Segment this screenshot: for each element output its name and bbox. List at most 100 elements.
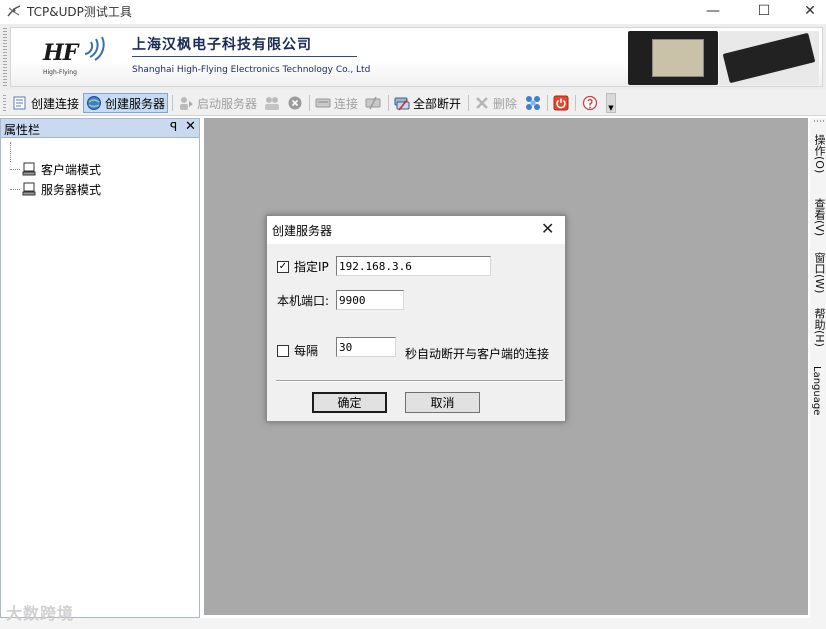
cancel-button[interactable]: 取消	[405, 392, 480, 413]
port-label: 本机端口:	[277, 294, 330, 308]
computer-icon	[22, 162, 36, 176]
dialog-titlebar: 创建服务器 ✕	[267, 216, 565, 244]
tree-item-server-mode[interactable]: 服务器模式	[10, 180, 101, 198]
app-icon	[7, 5, 21, 17]
interval-checkbox[interactable]	[277, 344, 289, 357]
banner-area: HF High-Flying 上海汉枫电子科技有限公司 Shanghai Hig…	[0, 24, 826, 90]
network-button[interactable]	[523, 93, 543, 113]
menu-language[interactable]: Language	[811, 366, 822, 415]
tree-item-client-mode[interactable]: 客户端模式	[10, 160, 101, 178]
disconnect-button[interactable]	[363, 93, 383, 113]
tree-connector	[10, 142, 11, 162]
server-users-button[interactable]	[262, 93, 282, 113]
toolbar-separator	[547, 95, 548, 111]
panel-header: 属性栏 ꟼ ✕	[1, 119, 199, 138]
create-connection-button[interactable]: 创建连接	[10, 93, 81, 113]
help-button[interactable]	[580, 93, 600, 113]
port-input[interactable]	[336, 290, 404, 310]
dialog-close-button[interactable]: ✕	[541, 219, 554, 238]
panel-close-button[interactable]: ✕	[185, 119, 196, 134]
start-server-button[interactable]: 启动服务器	[176, 93, 259, 113]
ok-button[interactable]: 确定	[312, 392, 387, 413]
create-server-label: 创建服务器	[105, 96, 166, 111]
connect-button[interactable]: 连接	[313, 93, 360, 113]
specify-ip-label: 指定IP	[294, 260, 329, 274]
disconnect-icon	[365, 96, 381, 110]
tree-branch	[10, 168, 20, 170]
create-connection-icon	[13, 96, 26, 110]
disconnect-all-icon	[394, 97, 410, 111]
wifi-module-photo	[628, 31, 718, 85]
wifi-board-photo	[719, 31, 819, 85]
dialog-divider	[276, 380, 563, 382]
interval-label: 每隔	[294, 344, 319, 358]
panel-title: 属性栏	[4, 123, 41, 137]
port-row: 本机端口:	[277, 292, 329, 309]
computer-icon	[22, 182, 36, 196]
server-users-icon	[265, 97, 279, 110]
title-bar: TCP&UDP测试工具 — ☐ ✕	[0, 0, 826, 22]
connect-icon	[315, 98, 331, 108]
pin-icon[interactable]: ꟼ	[170, 120, 177, 134]
toolbar-separator	[468, 95, 469, 111]
disconnect-all-button[interactable]: 全部断开	[392, 93, 463, 113]
close-window-button[interactable]: ✕	[787, 0, 826, 22]
create-server-dialog: 创建服务器 ✕ ✓ 指定IP 本机端口: 每隔 秒自动断开与客户端的连接 确定 …	[266, 215, 566, 422]
property-panel: 属性栏 ꟼ ✕ 客户端模式 服务器模式	[0, 118, 200, 618]
toolbar-grip[interactable]	[3, 95, 6, 111]
create-connection-label: 创建连接	[31, 96, 80, 111]
toolbar-overflow-button[interactable]: ▼	[606, 93, 616, 113]
interval-seconds-input[interactable]	[336, 337, 396, 357]
specify-ip-checkbox-row[interactable]: ✓ 指定IP	[277, 258, 329, 275]
maximize-button[interactable]: ☐	[741, 0, 787, 22]
status-strip	[0, 618, 826, 629]
power-icon	[553, 95, 569, 111]
watermark: 大数跨境	[6, 604, 75, 623]
menu-window[interactable]: 窗口(W)	[811, 252, 826, 293]
disconnect-all-label: 全部断开	[413, 96, 462, 111]
banner-divider	[132, 56, 357, 57]
toolbar-separator	[388, 95, 389, 111]
tree-item-label: 客户端模式	[41, 162, 102, 177]
dialog-title: 创建服务器	[272, 224, 333, 238]
start-server-icon	[180, 97, 193, 110]
menu-operate[interactable]: 操作(O)	[811, 134, 826, 173]
logo-text: HF	[43, 40, 78, 66]
company-name-en: Shanghai High-Flying Electronics Technol…	[132, 65, 371, 75]
toolbar-separator	[575, 95, 576, 111]
help-icon	[582, 95, 598, 111]
tree-item-label: 服务器模式	[41, 182, 102, 197]
minimize-button[interactable]: —	[690, 0, 736, 22]
stop-button[interactable]	[285, 93, 305, 113]
stop-circle-icon	[288, 96, 302, 110]
company-banner: HF High-Flying 上海汉枫电子科技有限公司 Shanghai Hig…	[10, 27, 823, 87]
start-server-label: 启动服务器	[197, 96, 258, 111]
delete-button[interactable]: 删除	[472, 93, 519, 113]
menu-view[interactable]: 查看(V)	[811, 198, 826, 236]
banner-grip[interactable]	[3, 28, 7, 86]
power-button[interactable]	[551, 93, 571, 113]
delete-label: 删除	[493, 96, 518, 111]
connect-label: 连接	[334, 96, 359, 111]
wifi-signal-icon	[84, 36, 105, 61]
interval-suffix-label: 秒自动断开与客户端的连接	[405, 347, 550, 361]
company-name-cn: 上海汉枫电子科技有限公司	[132, 37, 312, 53]
window-title: TCP&UDP测试工具	[27, 5, 132, 19]
create-server-icon	[87, 96, 101, 110]
menu-help[interactable]: 帮助(H)	[811, 308, 826, 347]
delete-icon	[476, 97, 488, 109]
ip-address-input[interactable]	[336, 256, 491, 276]
logo-subtext: High-Flying	[43, 69, 77, 76]
create-server-button[interactable]: 创建服务器	[83, 93, 169, 113]
menu-grip[interactable]	[814, 120, 824, 122]
module-chip	[652, 39, 704, 77]
network-icon	[526, 96, 540, 110]
specify-ip-checkbox[interactable]: ✓	[277, 260, 289, 273]
main-toolbar: 创建连接 创建服务器 启动服务器 连接 全部断开 删除 ▼	[0, 90, 826, 116]
right-menu-bar: 操作(O) 查看(V) 窗口(W) 帮助(H) Language	[810, 118, 826, 618]
toolbar-separator	[172, 95, 173, 111]
toolbar-separator	[309, 95, 310, 111]
tree-branch	[10, 188, 20, 190]
interval-checkbox-row[interactable]: 每隔	[277, 342, 318, 359]
interval-suffix-row: 秒自动断开与客户端的连接	[405, 345, 549, 362]
